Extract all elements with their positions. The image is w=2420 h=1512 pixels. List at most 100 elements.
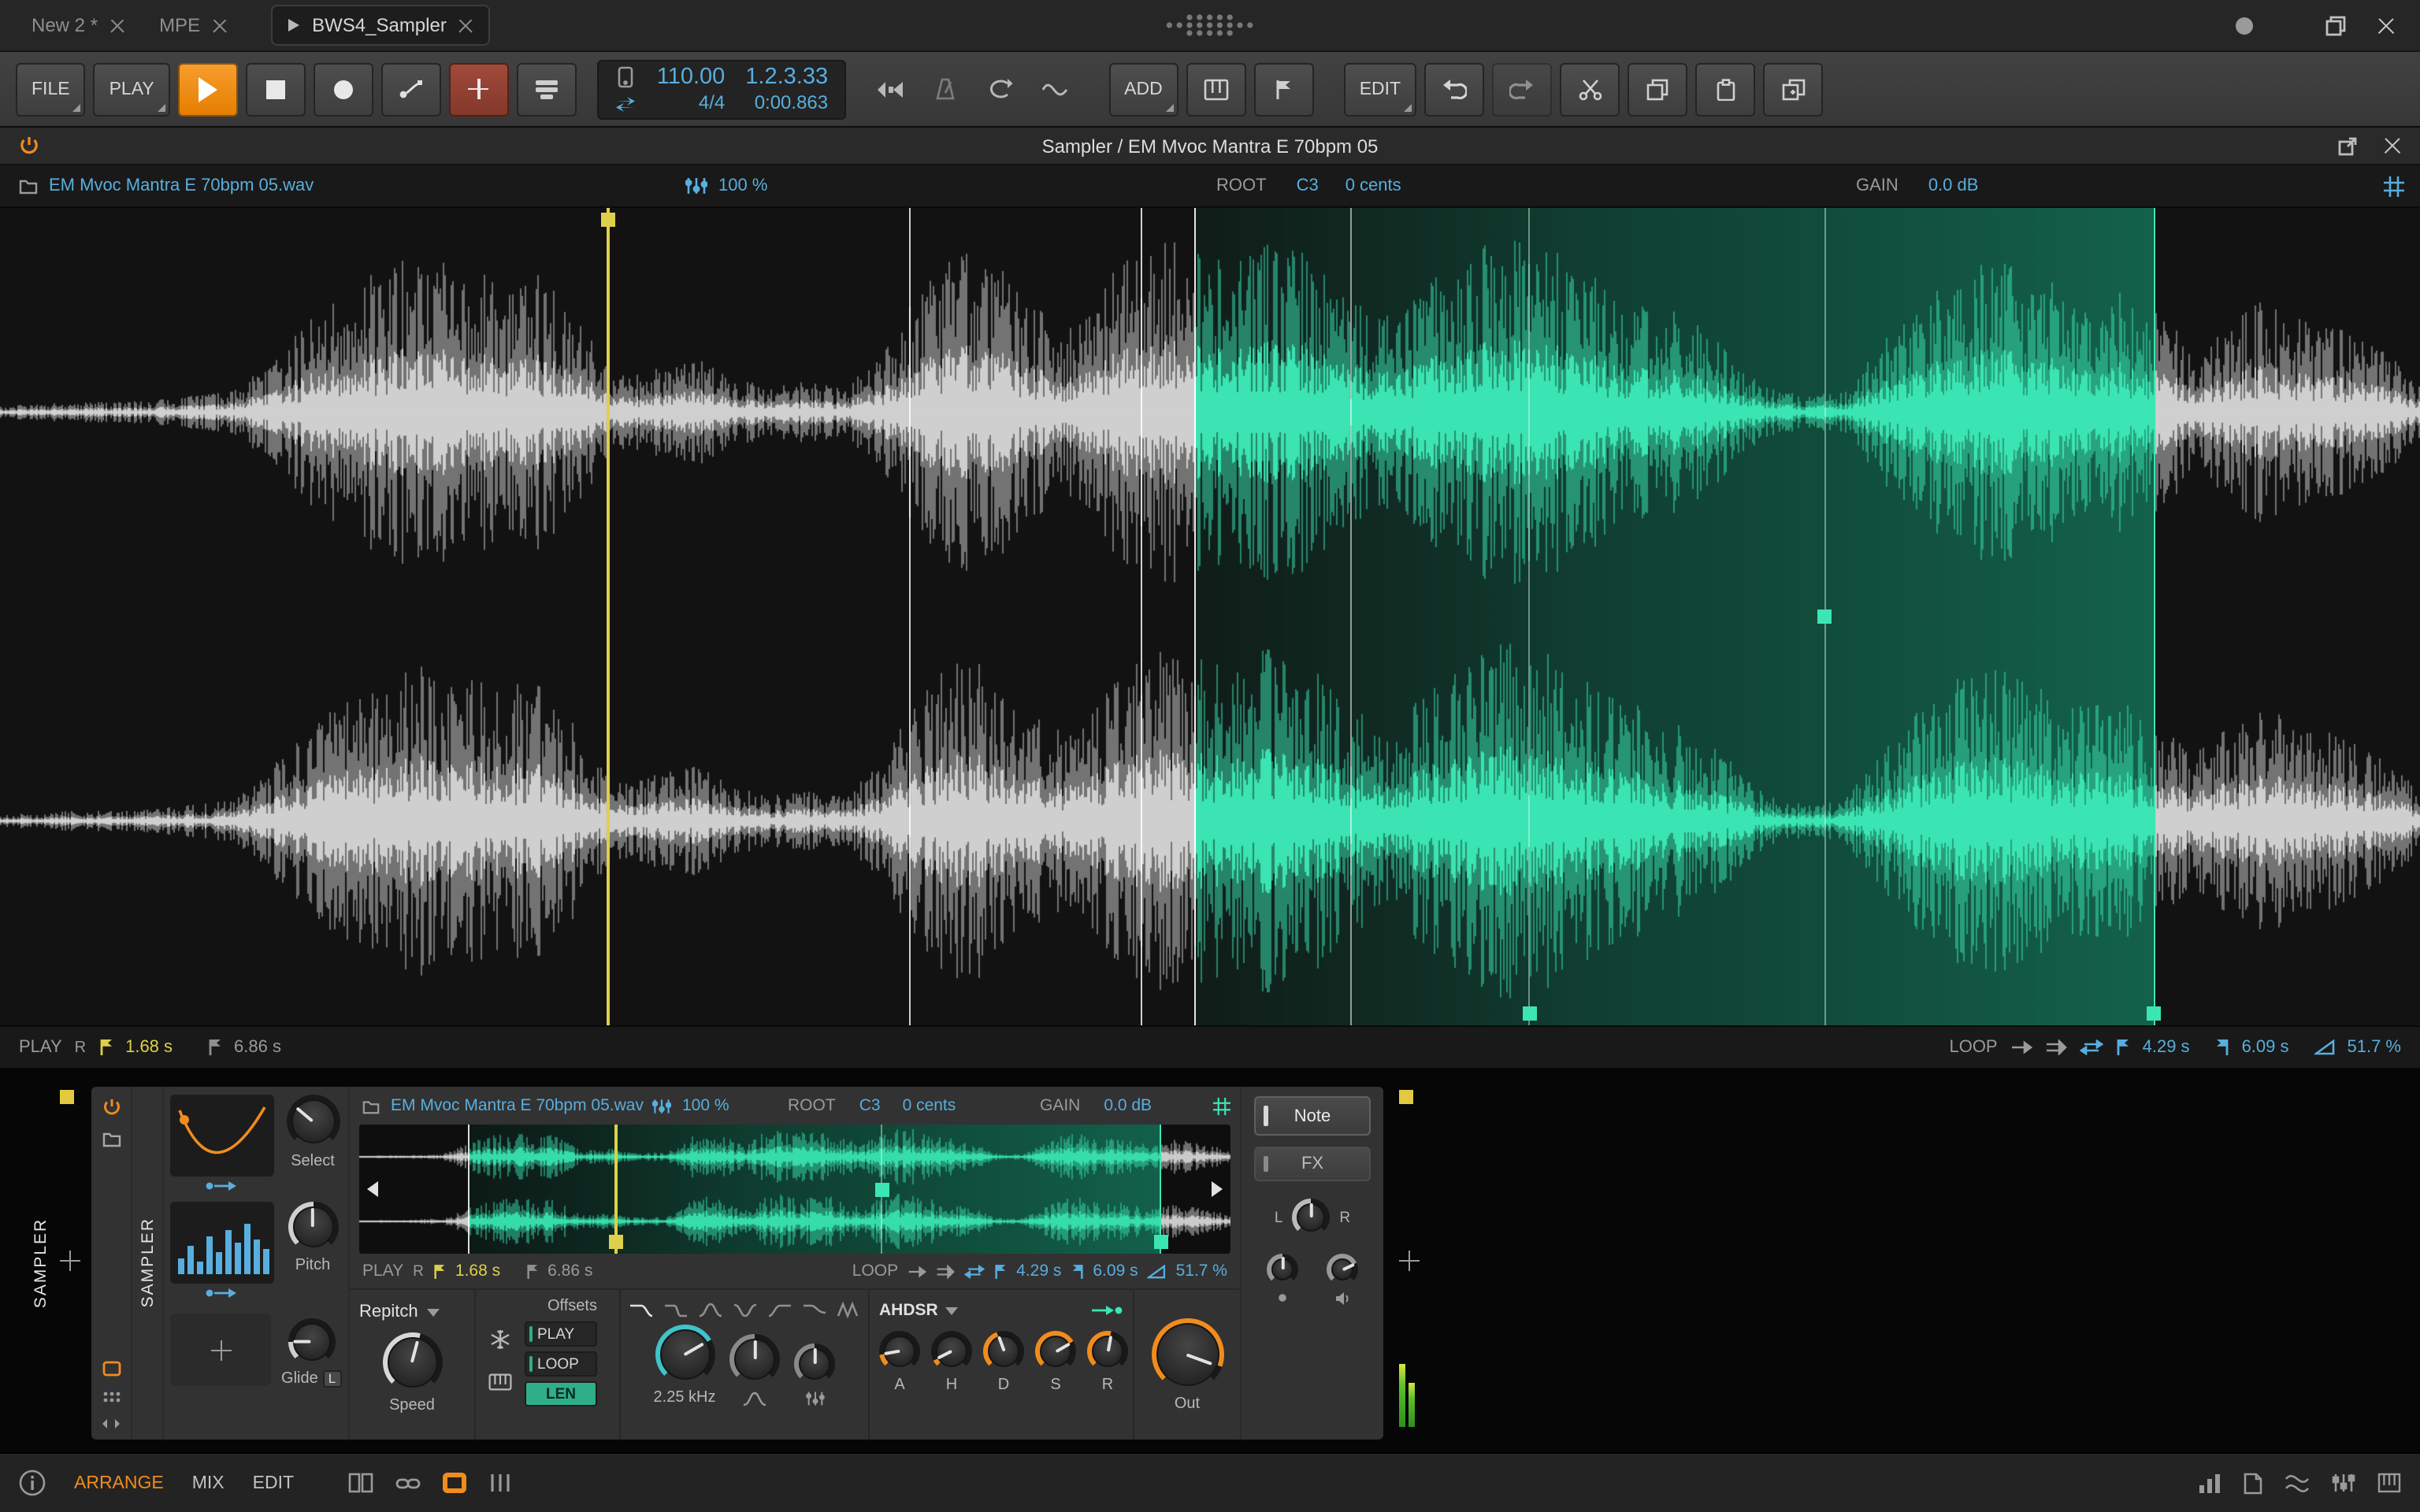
- play-menu-button[interactable]: PLAY: [93, 62, 170, 116]
- empty-modulator-slot[interactable]: [170, 1314, 272, 1386]
- loop-off-icon[interactable]: [2010, 1040, 2032, 1055]
- filter-resonance-knob[interactable]: [729, 1334, 781, 1384]
- device-selected-indicator[interactable]: [60, 1090, 74, 1104]
- velocity-depth-knob[interactable]: [1267, 1254, 1298, 1285]
- steps-modulator-display[interactable]: [170, 1202, 274, 1284]
- loop-start-value[interactable]: 4.29 s: [2143, 1038, 2190, 1057]
- filter-comb-icon[interactable]: [836, 1301, 861, 1318]
- preset-folder-icon[interactable]: [102, 1131, 121, 1148]
- project-tab[interactable]: MPE: [143, 0, 243, 50]
- close-editor-button[interactable]: [2384, 137, 2401, 154]
- duplicate-button[interactable]: [1763, 62, 1824, 116]
- waves-panel-button[interactable]: [2285, 1473, 2310, 1492]
- sample-length-value[interactable]: 6.86 s: [547, 1262, 592, 1280]
- filter-notch-icon[interactable]: [732, 1301, 757, 1318]
- close-icon[interactable]: [459, 18, 473, 32]
- filter-keytrack-knob[interactable]: [794, 1343, 836, 1384]
- close-icon[interactable]: [110, 18, 124, 32]
- mini-play-start-marker-handle[interactable]: [609, 1235, 624, 1249]
- loop-end-marker-handle[interactable]: [2147, 1006, 2162, 1021]
- start-flag-icon[interactable]: [98, 1038, 113, 1057]
- root-cluster[interactable]: ROOT C3 0 cents: [788, 1087, 956, 1125]
- loop-end-value[interactable]: 6.09 s: [1093, 1262, 1138, 1280]
- loop-pingpong-icon[interactable]: [2079, 1040, 2103, 1055]
- loop-end-marker[interactable]: [2153, 208, 2155, 1025]
- play-button[interactable]: [177, 62, 238, 116]
- select-knob[interactable]: [286, 1095, 340, 1148]
- file-panel-button[interactable]: [2244, 1472, 2262, 1494]
- mod-routing-icon[interactable]: [170, 1284, 274, 1303]
- note-tab[interactable]: Note: [1254, 1096, 1371, 1136]
- device-panel-button[interactable]: [442, 1473, 466, 1493]
- view-mix-button[interactable]: MIX: [192, 1473, 225, 1492]
- waveform-canvas[interactable]: [0, 208, 2420, 1025]
- stretch-cluster[interactable]: 100 %: [652, 1087, 729, 1125]
- loop-end-flag-icon[interactable]: [2215, 1038, 2229, 1057]
- loop-toggle-button[interactable]: [976, 62, 1023, 116]
- output-volume-knob[interactable]: [1327, 1254, 1358, 1285]
- play-start-marker[interactable]: [606, 208, 610, 1025]
- record-button[interactable]: [313, 62, 373, 116]
- sample-start-value[interactable]: 1.68 s: [455, 1262, 500, 1280]
- restore-window-button[interactable]: [2325, 15, 2346, 35]
- output-knob[interactable]: [1151, 1317, 1223, 1390]
- remote-controls-icon[interactable]: [102, 1361, 121, 1377]
- redo-button[interactable]: [1492, 62, 1553, 116]
- filter-highpass-icon[interactable]: [766, 1301, 792, 1318]
- dual-panel-button[interactable]: [347, 1473, 373, 1493]
- root-cluster[interactable]: ROOT C3 0 cents: [1216, 165, 1401, 206]
- copy-button[interactable]: [1628, 62, 1688, 116]
- pitch-knob[interactable]: [288, 1202, 338, 1252]
- sample-file-cluster[interactable]: EM Mvoc Mantra E 70bpm 05.wav: [19, 165, 314, 206]
- filter-lowpass-icon[interactable]: [628, 1301, 653, 1318]
- scroll-right-button[interactable]: [1212, 1181, 1223, 1197]
- sample-file-cluster[interactable]: EM Mvoc Mantra E 70bpm 05.wav: [362, 1087, 644, 1125]
- offset-play-button[interactable]: PLAY: [525, 1321, 597, 1347]
- zoom-fit-cluster[interactable]: [2384, 165, 2404, 206]
- freeze-icon[interactable]: [489, 1329, 510, 1350]
- sample-start-value[interactable]: 1.68 s: [125, 1038, 173, 1057]
- env-attack-knob[interactable]: [879, 1331, 920, 1372]
- stretch-cluster[interactable]: 100 %: [685, 165, 767, 206]
- env-sustain-knob[interactable]: [1035, 1331, 1076, 1372]
- loop-fade-value[interactable]: 51.7 %: [2348, 1038, 2402, 1057]
- glide-knob[interactable]: [288, 1318, 336, 1366]
- info-button[interactable]: [19, 1469, 46, 1496]
- filter-lowpass2-icon[interactable]: [663, 1301, 688, 1318]
- filter-bandpass-icon[interactable]: [697, 1301, 722, 1318]
- curve-modulator-display[interactable]: [170, 1095, 274, 1177]
- envelope-title[interactable]: AHDSR: [879, 1301, 938, 1320]
- piano-keys-button[interactable]: [1186, 62, 1246, 116]
- env-hold-knob[interactable]: [931, 1331, 972, 1372]
- device-name-column[interactable]: SAMPLER: [132, 1087, 164, 1440]
- loop-fade-value[interactable]: 51.7 %: [1176, 1262, 1227, 1280]
- undo-button[interactable]: [1424, 62, 1485, 116]
- play-start-marker-handle[interactable]: [600, 213, 615, 227]
- song-position[interactable]: 1.2.3.33: [745, 66, 828, 90]
- link-button[interactable]: [395, 1473, 420, 1492]
- pan-knob[interactable]: [1292, 1199, 1331, 1236]
- close-icon[interactable]: [213, 18, 227, 32]
- add-menu-button[interactable]: ADD: [1108, 62, 1178, 116]
- speed-knob[interactable]: [382, 1332, 442, 1392]
- mod-routing-icon[interactable]: [170, 1177, 274, 1195]
- add-device-button[interactable]: [60, 1251, 80, 1271]
- loop-start-value[interactable]: 4.29 s: [1016, 1262, 1061, 1280]
- filter-shelf-icon[interactable]: [801, 1301, 826, 1318]
- close-window-button[interactable]: [2377, 17, 2395, 34]
- view-arrange-button[interactable]: ARRANGE: [74, 1473, 164, 1492]
- crossfade-ramp-icon[interactable]: [1147, 1264, 1167, 1278]
- slice-marker-3[interactable]: [1349, 208, 1352, 1025]
- metronome-button[interactable]: [921, 62, 968, 116]
- restart-mode-icon[interactable]: R: [413, 1262, 424, 1280]
- mixer-panel-button[interactable]: [488, 1473, 511, 1493]
- mini-crossfade-marker-handle[interactable]: [874, 1182, 889, 1196]
- groove-button[interactable]: [1031, 62, 1078, 116]
- chain-end-indicator[interactable]: [1399, 1090, 1413, 1104]
- piano-panel-button[interactable]: [2377, 1473, 2401, 1493]
- sample-length-value[interactable]: 6.86 s: [234, 1038, 281, 1057]
- loop-fade-marker-handle[interactable]: [1522, 1006, 1537, 1021]
- loop-start-flag-icon[interactable]: [2116, 1038, 2130, 1057]
- tempo-value[interactable]: 110.00: [657, 66, 726, 90]
- automation-write-button[interactable]: [380, 62, 441, 116]
